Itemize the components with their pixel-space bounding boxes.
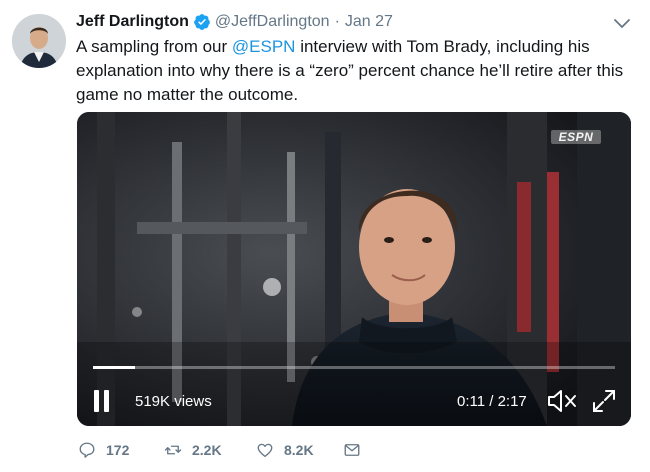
retweet-count: 2.2K	[192, 442, 222, 458]
video-progress-bar[interactable]	[93, 366, 615, 369]
verified-badge-icon	[194, 14, 210, 30]
video-player[interactable]: ESPN 519K views 0:11 / 2:17	[77, 112, 631, 426]
direct-message-button[interactable]	[343, 441, 371, 459]
reply-count: 172	[106, 442, 130, 458]
fullscreen-icon[interactable]	[592, 389, 616, 413]
separator-dot: ·	[334, 13, 340, 30]
mute-icon[interactable]	[547, 388, 579, 414]
retweet-icon	[164, 445, 182, 455]
author-name[interactable]: Jeff Darlington	[76, 13, 189, 31]
like-icon	[257, 443, 273, 458]
tweet-date[interactable]: Jan 27	[345, 13, 393, 31]
video-time: 0:11 / 2:17	[457, 393, 527, 410]
video-progress-fill	[93, 366, 135, 369]
avatar-image	[12, 14, 66, 68]
author-handle[interactable]: @JeffDarlington	[215, 13, 330, 31]
video-frame	[77, 112, 631, 426]
like-button[interactable]: 8.2K	[256, 441, 314, 459]
like-count: 8.2K	[284, 442, 314, 458]
message-icon	[344, 444, 360, 456]
reply-icon	[79, 442, 95, 458]
reply-button[interactable]: 172	[78, 441, 129, 459]
tweet-header: Jeff Darlington @JeffDarlington · Jan 27	[76, 11, 393, 33]
view-count: 519K views	[135, 393, 212, 410]
tweet-text-start: A sampling from our	[76, 37, 232, 56]
espn-watermark: ESPN	[551, 130, 601, 144]
mention-link[interactable]: @ESPN	[232, 37, 296, 56]
chevron-down-icon[interactable]	[612, 16, 632, 32]
avatar[interactable]	[12, 14, 66, 68]
retweet-button[interactable]: 2.2K	[164, 441, 222, 459]
tweet-text: A sampling from our @ESPN interview with…	[76, 35, 636, 107]
tweet: Jeff Darlington @JeffDarlington · Jan 27…	[0, 0, 650, 472]
pause-icon[interactable]	[93, 390, 111, 412]
